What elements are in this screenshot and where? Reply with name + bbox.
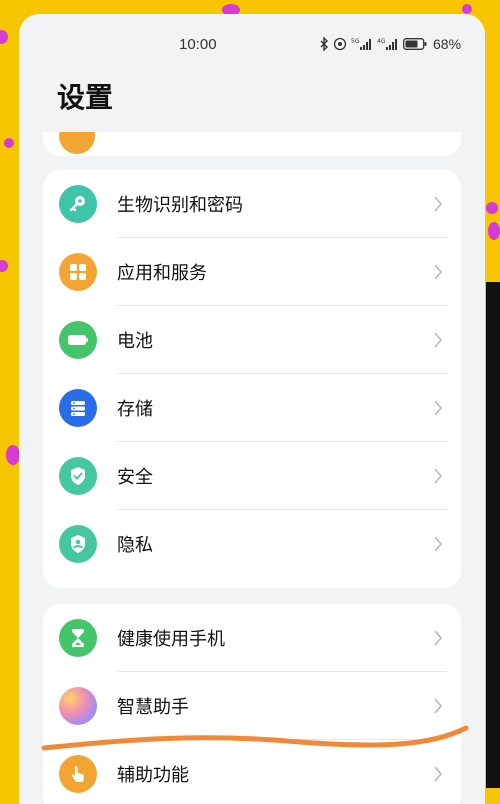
svg-text:4G: 4G [377, 38, 386, 45]
assistant-orb-icon [59, 687, 97, 725]
setting-label: 应用和服务 [117, 263, 207, 284]
chevron-right-icon [434, 536, 443, 552]
setting-row-privacy[interactable]: 隐私 [43, 510, 461, 578]
setting-row-storage[interactable]: 存储 [43, 374, 461, 442]
nfc-icon [333, 37, 347, 51]
signal-5g-icon: 5G [351, 38, 371, 50]
hand-icon [59, 755, 97, 793]
svg-text:5G: 5G [351, 38, 360, 45]
chevron-right-icon [434, 400, 443, 416]
setting-row-battery[interactable]: 电池 [43, 306, 461, 374]
battery-icon [403, 38, 427, 50]
partial-setting-icon [59, 132, 95, 154]
chevron-right-icon [434, 264, 443, 280]
setting-row-security[interactable]: 安全 [43, 442, 461, 510]
wallpaper-splash [0, 260, 8, 272]
setting-row-accessibility[interactable]: 辅助功能 [43, 740, 461, 804]
setting-row-biometrics[interactable]: 生物识别和密码 [43, 170, 461, 238]
wallpaper-dark-area [486, 282, 500, 788]
wallpaper-splash [4, 138, 14, 148]
bluetooth-icon [320, 37, 328, 51]
settings-screen: 10:00 5G 4G 68% 设置 生物识别和密码 应用和服务 电池 存储 安… [19, 14, 485, 804]
shield-check-icon [59, 457, 97, 495]
setting-row-smart-assistant[interactable]: 智慧助手 [43, 672, 461, 740]
wallpaper-splash [486, 202, 498, 214]
setting-label: 隐私 [117, 535, 153, 556]
chevron-right-icon [434, 630, 443, 646]
settings-group-security: 生物识别和密码 应用和服务 电池 存储 安全 隐私 [43, 170, 461, 588]
wallpaper-splash [6, 445, 20, 465]
setting-label: 电池 [117, 331, 153, 352]
key-icon [59, 185, 97, 223]
wallpaper-splash [0, 30, 8, 44]
setting-label: 安全 [117, 467, 153, 488]
signal-4g-icon: 4G [377, 38, 397, 50]
storage-icon [59, 389, 97, 427]
settings-group-assist: 健康使用手机 智慧助手 辅助功能 [43, 604, 461, 804]
setting-label: 生物识别和密码 [117, 195, 243, 216]
setting-label: 智慧助手 [117, 697, 189, 718]
setting-row-digital-balance[interactable]: 健康使用手机 [43, 604, 461, 672]
apps-grid-icon [59, 253, 97, 291]
setting-row-apps-services[interactable]: 应用和服务 [43, 238, 461, 306]
settings-card-partial[interactable] [43, 132, 461, 156]
page-title: 设置 [57, 81, 114, 114]
chevron-right-icon [434, 196, 443, 212]
status-icons: 5G 4G 68% [319, 36, 461, 52]
setting-label: 健康使用手机 [117, 629, 225, 650]
wallpaper-splash [462, 4, 472, 14]
chevron-right-icon [434, 698, 443, 714]
chevron-right-icon [434, 766, 443, 782]
chevron-right-icon [434, 332, 443, 348]
status-bar: 10:00 5G 4G 68% [19, 14, 485, 72]
status-time: 10:00 [179, 36, 217, 53]
hourglass-icon [59, 619, 97, 657]
chevron-right-icon [434, 468, 443, 484]
privacy-shield-icon [59, 525, 97, 563]
battery-icon [59, 321, 97, 359]
wallpaper-splash [488, 222, 500, 240]
setting-label: 存储 [117, 399, 153, 420]
battery-percentage: 68% [433, 36, 462, 52]
setting-label: 辅助功能 [117, 765, 189, 786]
